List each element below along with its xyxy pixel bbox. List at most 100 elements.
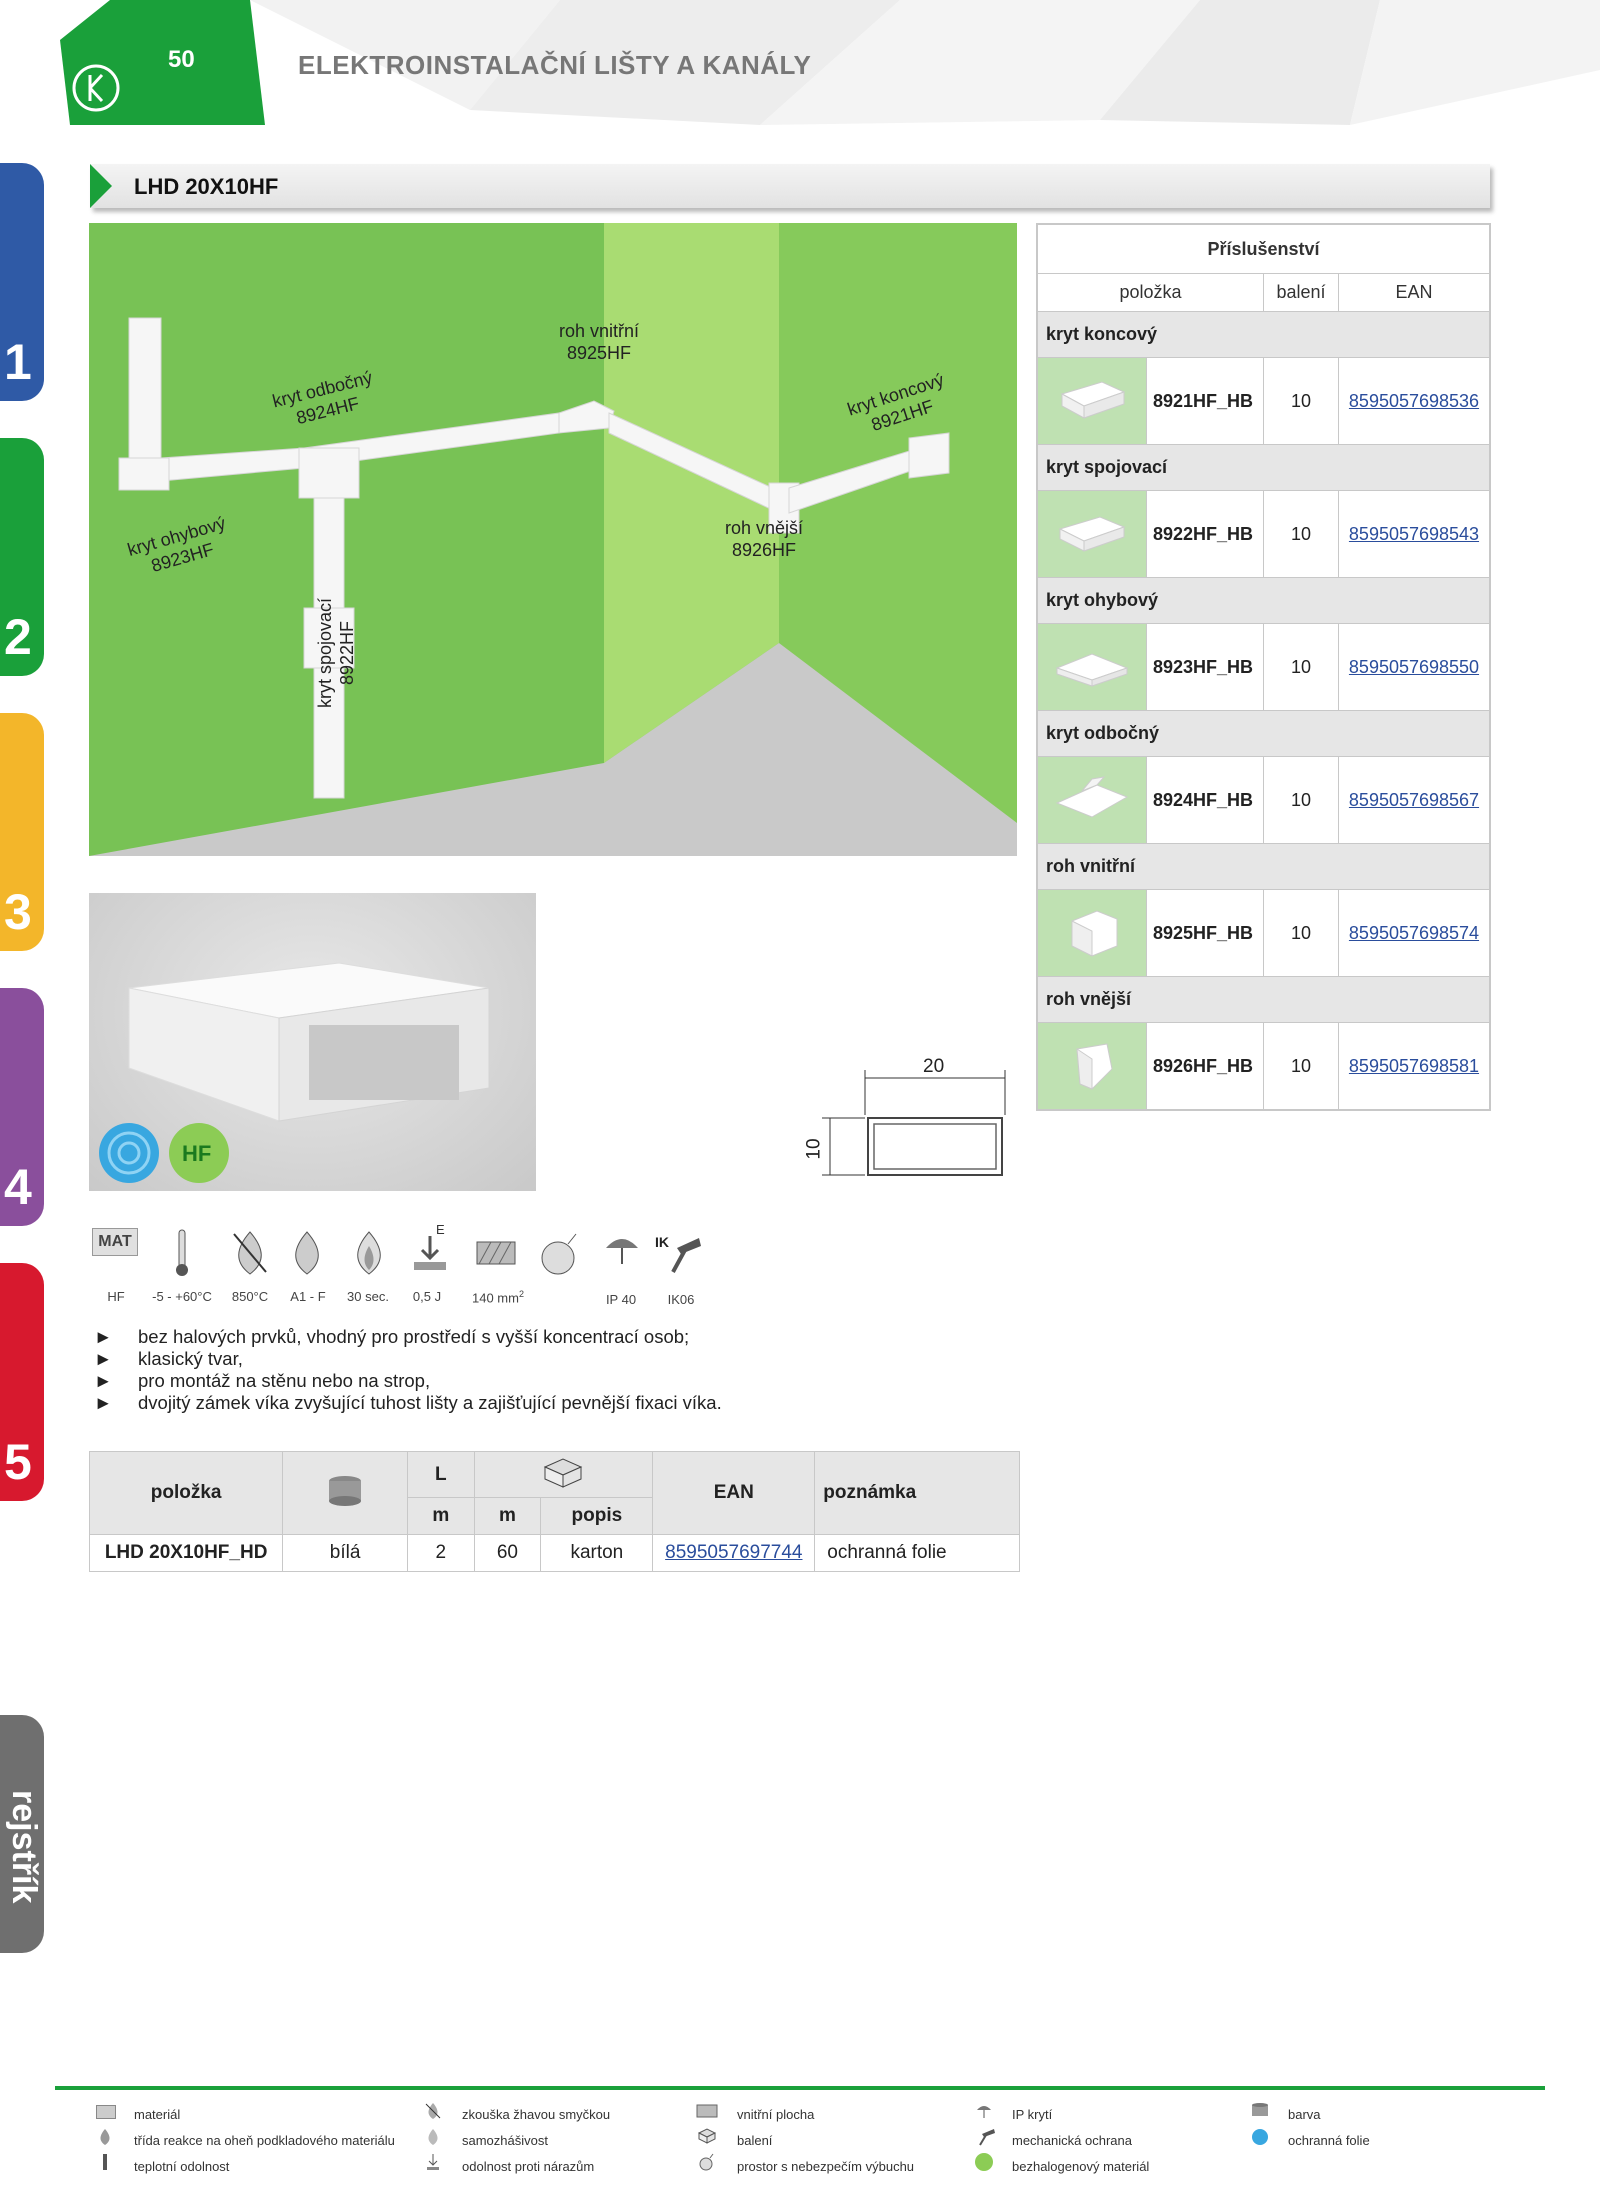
- ean-link[interactable]: 8595057698543: [1338, 490, 1490, 578]
- packaging-icon: [473, 1451, 654, 1498]
- protective-foil-icon: [1252, 2129, 1268, 2145]
- footer-divider: [55, 2086, 1545, 2090]
- section-header: roh vnější: [1037, 976, 1490, 1023]
- side-tab-2[interactable]: 2: [0, 438, 44, 676]
- legend-item: odolnost proti nárazům: [462, 2159, 595, 2174]
- ean-link[interactable]: 8595057698536: [1338, 357, 1490, 445]
- color-icon: [1252, 2103, 1268, 2116]
- ean-link[interactable]: 8595057698550: [1338, 623, 1490, 711]
- glow-wire-icon: [228, 1228, 272, 1283]
- accessory-image: [1037, 623, 1147, 711]
- ean-link[interactable]: 8595057697744: [652, 1534, 816, 1572]
- arrow-icon: [90, 164, 112, 208]
- legend-item: mechanická ochrana: [1012, 2133, 1132, 2148]
- side-tab-5[interactable]: 5: [0, 1263, 44, 1501]
- accessory-code: 8923HF_HB: [1146, 623, 1264, 711]
- col-polozka: položka: [88, 1451, 284, 1535]
- side-tab-4[interactable]: 4: [0, 988, 44, 1226]
- accessory-code: 8922HF_HB: [1146, 490, 1264, 578]
- scene-label-kryt-spojovaci: kryt spojovací 8922HF: [315, 597, 357, 708]
- side-tab-1[interactable]: 1: [0, 163, 44, 401]
- dimension-height: 10: [803, 1138, 825, 1160]
- accessory-image: [1037, 889, 1147, 977]
- page-title: ELEKTROINSTALAČNÍ LIŠTY A KANÁLY: [298, 50, 812, 80]
- side-tab-rejstrik[interactable]: rejstřík: [0, 1715, 44, 1953]
- legend-item: samozhášivost: [462, 2133, 548, 2148]
- inner-area-icon: [475, 1228, 517, 1283]
- side-tab-label: 5: [4, 1434, 32, 1490]
- col-poznamka: poznámka: [814, 1451, 1020, 1535]
- ip-rating-icon: [602, 1228, 642, 1283]
- material-icon: [96, 2105, 116, 2119]
- color-icon: [282, 1451, 408, 1535]
- product-title-bar: [90, 164, 1490, 208]
- icon-value: IP 40: [605, 1292, 637, 1307]
- legend-item: třída reakce na oheň podkladového materi…: [134, 2133, 395, 2148]
- self-extinguishing-icon: [428, 2129, 438, 2145]
- legend-item: barva: [1288, 2107, 1321, 2122]
- scene-label-roh-vnitrni: roh vnitřní 8925HF: [559, 321, 640, 363]
- icon-value: 30 sec.: [347, 1289, 389, 1304]
- product-photo: HF: [89, 893, 536, 1191]
- icon-value-area: 140 mm2: [472, 1289, 524, 1306]
- accessories-title: Příslušenství: [1037, 224, 1490, 274]
- page-number: 50: [168, 46, 195, 73]
- accessory-qty: 10: [1263, 1022, 1339, 1110]
- col-baleni: balení: [1263, 273, 1339, 312]
- cell-m: 60: [473, 1534, 542, 1572]
- accessory-qty: 10: [1263, 756, 1339, 844]
- tee-cover-icon: [1055, 775, 1129, 818]
- icon-value: 850°C: [231, 1289, 269, 1304]
- cell-barva: bílá: [282, 1534, 408, 1572]
- col-ean: EAN: [1338, 273, 1490, 312]
- accessory-image: [1037, 756, 1147, 844]
- section-header: roh vnitřní: [1037, 843, 1490, 890]
- end-cap-icon: [1060, 380, 1126, 419]
- scene-label-roh-vnejsi: roh vnější 8926HF: [725, 518, 804, 560]
- icon-value: HF: [107, 1289, 125, 1304]
- joint-cover-icon: [1058, 515, 1126, 552]
- page-number-tab: [60, 0, 265, 125]
- outer-corner-icon: [1076, 1042, 1113, 1090]
- product-table: položka L EAN poznámka m m popis LHD 20X…: [88, 1451, 1020, 1572]
- ean-link[interactable]: 8595057698567: [1338, 756, 1490, 844]
- packaging-icon: [698, 2128, 716, 2144]
- col-ean: EAN: [652, 1451, 816, 1535]
- list-item: ► klasický tvar,: [94, 1348, 243, 1369]
- self-extinguishing-icon: [347, 1228, 391, 1283]
- table-row: LHD 20X10HF_HD bílá 2 60 karton 85950576…: [88, 1534, 1020, 1572]
- accessory-code: 8921HF_HB: [1146, 357, 1264, 445]
- ip-rating-icon: [977, 2106, 991, 2118]
- col-popis: popis: [540, 1497, 654, 1535]
- cell-poznamka: ochranná folie: [814, 1534, 1020, 1572]
- section-header: kryt koncový: [1037, 311, 1490, 358]
- legend-item: bezhalogenový materiál: [1012, 2159, 1150, 2174]
- mechanical-protection-icon: [979, 2129, 995, 2146]
- halogen-free-icon: [975, 2153, 993, 2171]
- product-title: LHD 20X10HF: [134, 174, 279, 199]
- accessory-qty: 10: [1263, 623, 1339, 711]
- inner-corner-icon: [1071, 909, 1118, 957]
- cell-length: 2: [406, 1534, 475, 1572]
- icon-value: 0,5 J: [412, 1289, 442, 1304]
- legend-item: prostor s nebezpečím výbuchu: [737, 2159, 915, 2174]
- temperature-icon: [103, 2154, 107, 2170]
- legend-item: ochranná folie: [1288, 2133, 1370, 2148]
- col-length: L: [406, 1451, 475, 1498]
- side-tab-label: 4: [4, 1159, 32, 1215]
- side-tab-label: 2: [4, 609, 32, 665]
- list-item: ► dvojitý zámek víka zvyšující tuhost liš…: [94, 1392, 722, 1413]
- legend-item: IP krytí: [1012, 2107, 1053, 2122]
- inner-area-icon: [696, 2104, 718, 2118]
- glow-wire-icon: [425, 2103, 441, 2119]
- section-header: kryt ohybový: [1037, 577, 1490, 624]
- ean-link[interactable]: 8595057698574: [1338, 889, 1490, 977]
- side-tab-label: 1: [4, 334, 32, 390]
- list-item: ► pro montáž na stěnu nebo na strop,: [94, 1370, 431, 1391]
- accessory-image: [1037, 357, 1147, 445]
- accessory-code: 8925HF_HB: [1146, 889, 1264, 977]
- ean-link[interactable]: 8595057698581: [1338, 1022, 1490, 1110]
- accessory-image: [1037, 1022, 1147, 1110]
- side-tab-3[interactable]: 3: [0, 713, 44, 951]
- bend-cover-icon: [1055, 652, 1129, 687]
